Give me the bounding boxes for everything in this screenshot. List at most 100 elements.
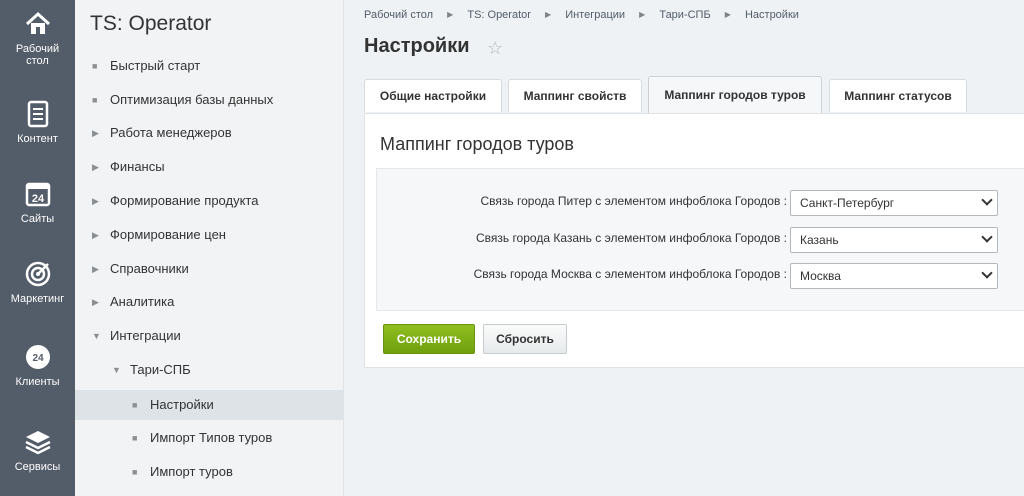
breadcrumb-separator-icon: ▶ <box>724 10 731 19</box>
page-title: Настройки <box>364 35 470 57</box>
bullet-icon: ■ <box>132 467 138 477</box>
city-select-kazan[interactable]: Казань <box>790 227 998 253</box>
menu-item-label: Интеграции <box>110 328 181 343</box>
bullet-icon: ■ <box>92 95 98 105</box>
rail-item-services-label: Сервисы <box>14 461 61 473</box>
breadcrumb-item[interactable]: Рабочий стол <box>364 9 433 21</box>
bullet-icon: ■ <box>92 61 98 71</box>
settings-panel: Маппинг городов туров Связь города Питер… <box>364 113 1024 368</box>
rail-item-sites-label: Сайты <box>20 213 55 225</box>
menu-item-label: Импорт Типов туров <box>150 430 273 445</box>
breadcrumb-item[interactable]: Настройки <box>745 9 799 21</box>
rail-item-desktop-label-2: стол <box>26 55 49 67</box>
breadcrumb-separator-icon: ▶ <box>639 10 646 19</box>
menu-item-finance[interactable]: ▶ Финансы <box>75 152 343 182</box>
menu-item-integrations[interactable]: ▼ Интеграции <box>75 321 343 351</box>
breadcrumb-separator-icon: ▶ <box>544 10 552 19</box>
rail-item-marketing[interactable]: Маркетинг <box>0 260 75 315</box>
rail-item-clients-label: Клиенты <box>15 376 60 388</box>
bullet-icon: ■ <box>132 433 138 443</box>
rail-item-clients[interactable]: 24 Клиенты <box>0 343 75 398</box>
left-rail: Рабочий стол Контент 24 Сайты Маркетинг <box>0 0 75 496</box>
menu-item-label: Тари-СПБ <box>130 362 191 377</box>
bullet-icon: ■ <box>132 400 138 410</box>
rail-item-marketing-label: Маркетинг <box>10 293 65 305</box>
calendar-24-icon: 24 <box>25 182 50 207</box>
breadcrumb-item[interactable]: TS: Operator <box>467 9 531 21</box>
menu-item-label: Формирование цен <box>110 227 226 242</box>
clients-24-icon: 24 <box>25 345 50 369</box>
form-label: Связь города Казань с элементом инфоблок… <box>475 231 787 245</box>
menu-item-pricing[interactable]: ▶ Формирование цен <box>75 220 343 250</box>
rail-item-desktop[interactable]: Рабочий стол <box>0 10 75 75</box>
select-value: Москва <box>800 269 841 283</box>
menu-item-quick-start[interactable]: ■ Быстрый старт <box>75 51 343 81</box>
rail-item-services[interactable]: Сервисы <box>0 428 75 483</box>
expand-arrow-icon: ▶ <box>92 230 99 240</box>
menu-item-tari-spb[interactable]: ▼ Тари-СПБ <box>75 355 343 385</box>
menu-item-managers[interactable]: ▶ Работа менеджеров <box>75 118 343 148</box>
breadcrumb: Рабочий стол ▶ TS: Operator ▶ Интеграции… <box>364 9 799 21</box>
form-row-kazan: Связь города Казань с элементом инфоблок… <box>377 227 1024 253</box>
star-icon[interactable]: ☆ <box>487 38 503 59</box>
select-value: Казань <box>800 233 839 247</box>
target-icon <box>25 261 50 287</box>
main-content: Рабочий стол ▶ TS: Operator ▶ Интеграции… <box>345 0 1024 496</box>
tab-general-settings[interactable]: Общие настройки <box>364 79 502 112</box>
menu-item-import-tour-types[interactable]: ■ Импорт Типов туров <box>75 423 343 453</box>
chevron-down-icon <box>981 231 993 243</box>
form-label: Связь города Москва с элементом инфоблок… <box>473 267 787 281</box>
document-icon <box>27 100 48 128</box>
tab-city-mapping[interactable]: Маппинг городов туров <box>648 76 822 113</box>
form-row-piter: Связь города Питер с элементом инфоблока… <box>377 190 1024 216</box>
menu-item-label: Работа менеджеров <box>110 125 232 140</box>
expand-arrow-icon: ▶ <box>92 264 99 274</box>
expand-arrow-icon: ▶ <box>92 297 99 307</box>
rail-item-sites[interactable]: 24 Сайты <box>0 180 75 235</box>
form-label: Связь города Питер с элементом инфоблока… <box>480 194 788 208</box>
svg-text:24: 24 <box>32 353 44 364</box>
rail-item-content[interactable]: Контент <box>0 100 75 155</box>
breadcrumb-item[interactable]: Тари-СПБ <box>659 9 710 21</box>
breadcrumb-item[interactable]: Интеграции <box>565 9 625 21</box>
expand-arrow-icon: ▶ <box>92 196 99 206</box>
save-button[interactable]: Сохранить <box>383 324 475 354</box>
breadcrumb-separator-icon: ▶ <box>447 10 454 19</box>
menu-item-db-optimization[interactable]: ■ Оптимизация базы данных <box>75 85 343 115</box>
city-select-moscow[interactable]: Москва <box>790 263 998 289</box>
menu-item-label: Быстрый старт <box>110 58 201 73</box>
collapse-arrow-icon: ▼ <box>92 331 101 341</box>
expand-arrow-icon: ▶ <box>92 128 99 138</box>
form-area: Связь города Питер с элементом инфоблока… <box>376 168 1024 311</box>
layers-icon <box>24 431 51 455</box>
menu-item-label: Формирование продукта <box>110 193 259 208</box>
menu-item-label: Справочники <box>110 261 189 276</box>
menu-title: TS: Operator <box>90 12 212 35</box>
tab-property-mapping[interactable]: Маппинг свойств <box>508 79 642 112</box>
menu-item-import-tours[interactable]: ■ Импорт туров <box>75 457 343 487</box>
reset-button[interactable]: Сбросить <box>483 324 567 354</box>
chevron-down-icon <box>981 267 993 279</box>
rail-item-desktop-label-1: Рабочий <box>15 43 60 55</box>
menu-item-product[interactable]: ▶ Формирование продукта <box>75 186 343 216</box>
menu-item-references[interactable]: ▶ Справочники <box>75 254 343 284</box>
section-menu: TS: Operator ■ Быстрый старт ■ Оптимизац… <box>75 0 344 496</box>
tab-status-mapping[interactable]: Маппинг статусов <box>829 79 967 112</box>
city-select-piter[interactable]: Санкт-Петербург <box>790 190 998 216</box>
menu-item-label: Финансы <box>110 159 165 174</box>
menu-item-label: Импорт туров <box>150 464 233 479</box>
panel-title: Маппинг городов туров <box>380 134 574 154</box>
collapse-arrow-icon: ▼ <box>112 365 121 375</box>
expand-arrow-icon: ▶ <box>92 162 99 172</box>
menu-item-settings[interactable]: ■ Настройки <box>75 390 343 420</box>
menu-item-analytics[interactable]: ▶ Аналитика <box>75 287 343 317</box>
menu-item-label: Настройки <box>150 397 214 412</box>
menu-item-label: Оптимизация базы данных <box>110 92 274 107</box>
chevron-down-icon <box>981 194 993 206</box>
menu-item-label: Аналитика <box>110 294 175 309</box>
home-icon <box>25 11 50 34</box>
form-row-moscow: Связь города Москва с элементом инфоблок… <box>377 263 1024 289</box>
select-value: Санкт-Петербург <box>800 196 895 210</box>
svg-text:24: 24 <box>31 193 44 205</box>
rail-item-content-label: Контент <box>17 133 58 145</box>
